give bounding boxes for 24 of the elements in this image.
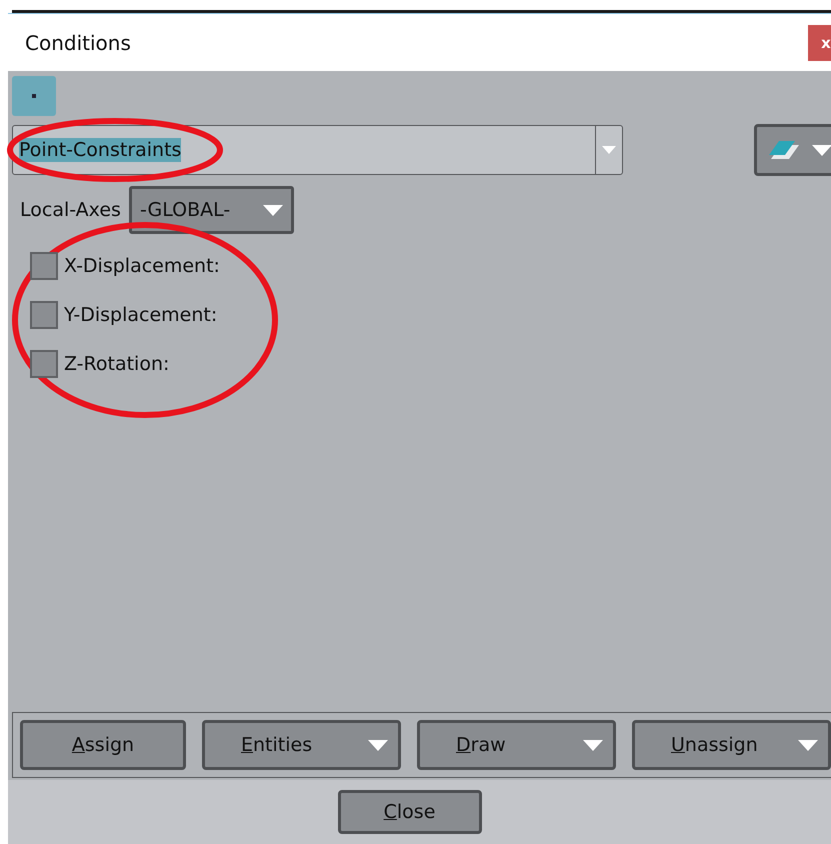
checkbox-label: Y-Displacement: <box>64 304 218 326</box>
layer-menu-button[interactable] <box>754 124 831 176</box>
close-dialog-button[interactable]: Close <box>338 790 482 834</box>
caret-icon <box>583 740 603 750</box>
caret-icon <box>262 204 283 216</box>
local-axes-dropdown[interactable]: -GLOBAL- <box>128 186 294 234</box>
caret-icon <box>798 740 818 750</box>
caret-icon <box>602 146 616 154</box>
checkbox-label: X-Displacement: <box>64 255 220 277</box>
window-title: Conditions <box>25 30 131 54</box>
caret-icon <box>368 740 388 750</box>
action-button[interactable]: Assign <box>20 720 186 770</box>
condition-select[interactable]: Point-Constraints <box>12 125 623 175</box>
menu-button[interactable]: Unassign <box>632 720 831 770</box>
caret-icon <box>812 144 831 156</box>
small-button[interactable] <box>12 76 56 116</box>
checkbox-label: Z-Rotation: <box>64 353 170 375</box>
local-axes-label: Local-Axes <box>20 199 121 221</box>
checkbox[interactable] <box>30 350 58 378</box>
checkbox[interactable] <box>30 252 58 280</box>
checkbox[interactable] <box>30 301 58 329</box>
menu-button[interactable]: Entities <box>202 720 401 770</box>
window-close-button[interactable]: x <box>808 24 831 60</box>
menu-button[interactable]: Draw <box>417 720 616 770</box>
